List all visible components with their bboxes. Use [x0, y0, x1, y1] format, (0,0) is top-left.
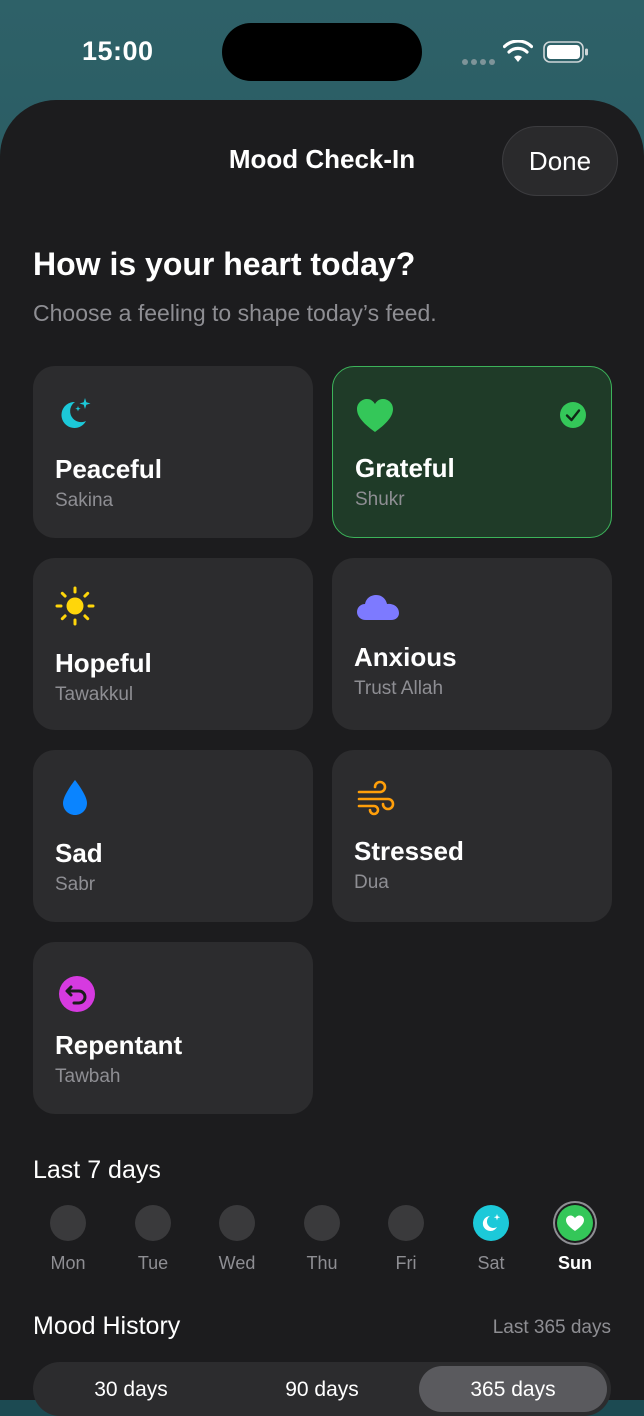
mood-subtitle: Sakina — [55, 490, 114, 511]
mood-name: Sad — [55, 838, 103, 868]
mood-history-title: Mood History — [33, 1312, 181, 1340]
heart-icon — [357, 399, 393, 432]
day-label: Sun — [558, 1253, 592, 1273]
selected-check-icon — [560, 402, 586, 428]
segment-90-days[interactable]: 90 days — [228, 1366, 416, 1412]
day-mood-dot — [473, 1205, 509, 1241]
mood-check-in-sheet: Mood Check-In Done How is your heart tod… — [0, 100, 644, 1416]
day-sat[interactable]: Sat — [461, 1205, 521, 1274]
moon-stars-icon — [61, 398, 91, 428]
day-mood-dot — [219, 1205, 255, 1241]
day-label: Thu — [306, 1253, 338, 1273]
mood-subtitle: Tawbah — [55, 1066, 121, 1087]
dynamic-island — [222, 23, 422, 81]
status-bar: 15:00 — [0, 0, 644, 100]
mood-name: Repentant — [55, 1030, 183, 1060]
day-mood-dot — [135, 1205, 171, 1241]
cellular-signal-icon — [462, 52, 498, 70]
mood-card-grateful[interactable]: Grateful Shukr — [332, 366, 612, 538]
mood-card-peaceful[interactable]: Peaceful Sakina — [33, 366, 313, 538]
day-label: Mon — [50, 1253, 86, 1273]
day-mood-dot — [388, 1205, 424, 1241]
day-label: Tue — [137, 1253, 169, 1273]
day-mon[interactable]: Mon — [38, 1205, 98, 1274]
mood-card-anxious[interactable]: Anxious Trust Allah — [332, 558, 612, 730]
history-range-label: Last 365 days — [492, 1317, 611, 1338]
done-button[interactable]: Done — [502, 126, 618, 196]
mood-name: Peaceful — [55, 454, 162, 484]
mood-name: Hopeful — [55, 648, 152, 678]
cloud-icon — [357, 595, 399, 620]
return-arrow-icon — [59, 976, 95, 1012]
drop-icon — [63, 780, 87, 815]
mood-subtitle: Shukr — [355, 489, 405, 510]
day-label: Wed — [218, 1253, 256, 1273]
day-fri[interactable]: Fri — [376, 1205, 436, 1274]
mood-subtitle: Tawakkul — [55, 684, 134, 705]
mood-subtitle: Dua — [354, 872, 389, 893]
wind-icon — [357, 780, 395, 816]
segment-30-days[interactable]: 30 days — [37, 1366, 225, 1412]
heart-icon — [566, 1215, 584, 1231]
last-7-days-title: Last 7 days — [33, 1156, 161, 1184]
mood-subtitle: Trust Allah — [354, 678, 444, 699]
day-thu[interactable]: Thu — [292, 1205, 352, 1274]
day-sun[interactable]: Sun — [545, 1205, 605, 1274]
day-label: Sat — [477, 1253, 505, 1273]
day-mood-dot — [50, 1205, 86, 1241]
day-wed[interactable]: Wed — [207, 1205, 267, 1274]
day-mood-dot — [304, 1205, 340, 1241]
mood-name: Grateful — [355, 453, 455, 483]
mood-card-stressed[interactable]: Stressed Dua — [332, 750, 612, 922]
segment-365-days[interactable]: 365 days — [419, 1366, 607, 1412]
sun-icon — [55, 586, 95, 626]
mood-card-hopeful[interactable]: Hopeful Tawakkul — [33, 558, 313, 730]
battery-icon — [543, 41, 588, 63]
day-label: Fri — [395, 1253, 417, 1273]
moon-stars-icon — [482, 1214, 501, 1231]
prompt-heading: How is your heart today? — [33, 246, 416, 282]
day-tue[interactable]: Tue — [123, 1205, 183, 1274]
prompt-subheading: Choose a feeling to shape today’s feed. — [33, 300, 437, 326]
mood-card-sad[interactable]: Sad Sabr — [33, 750, 313, 922]
history-range-selector: 30 days 90 days 365 days — [33, 1362, 611, 1416]
wifi-icon — [503, 40, 533, 62]
mood-name: Anxious — [354, 642, 457, 672]
day-mood-dot — [557, 1205, 593, 1241]
status-time: 15:00 — [82, 36, 154, 66]
mood-name: Stressed — [354, 836, 464, 866]
mood-subtitle: Sabr — [55, 874, 96, 895]
mood-card-repentant[interactable]: Repentant Tawbah — [33, 942, 313, 1114]
